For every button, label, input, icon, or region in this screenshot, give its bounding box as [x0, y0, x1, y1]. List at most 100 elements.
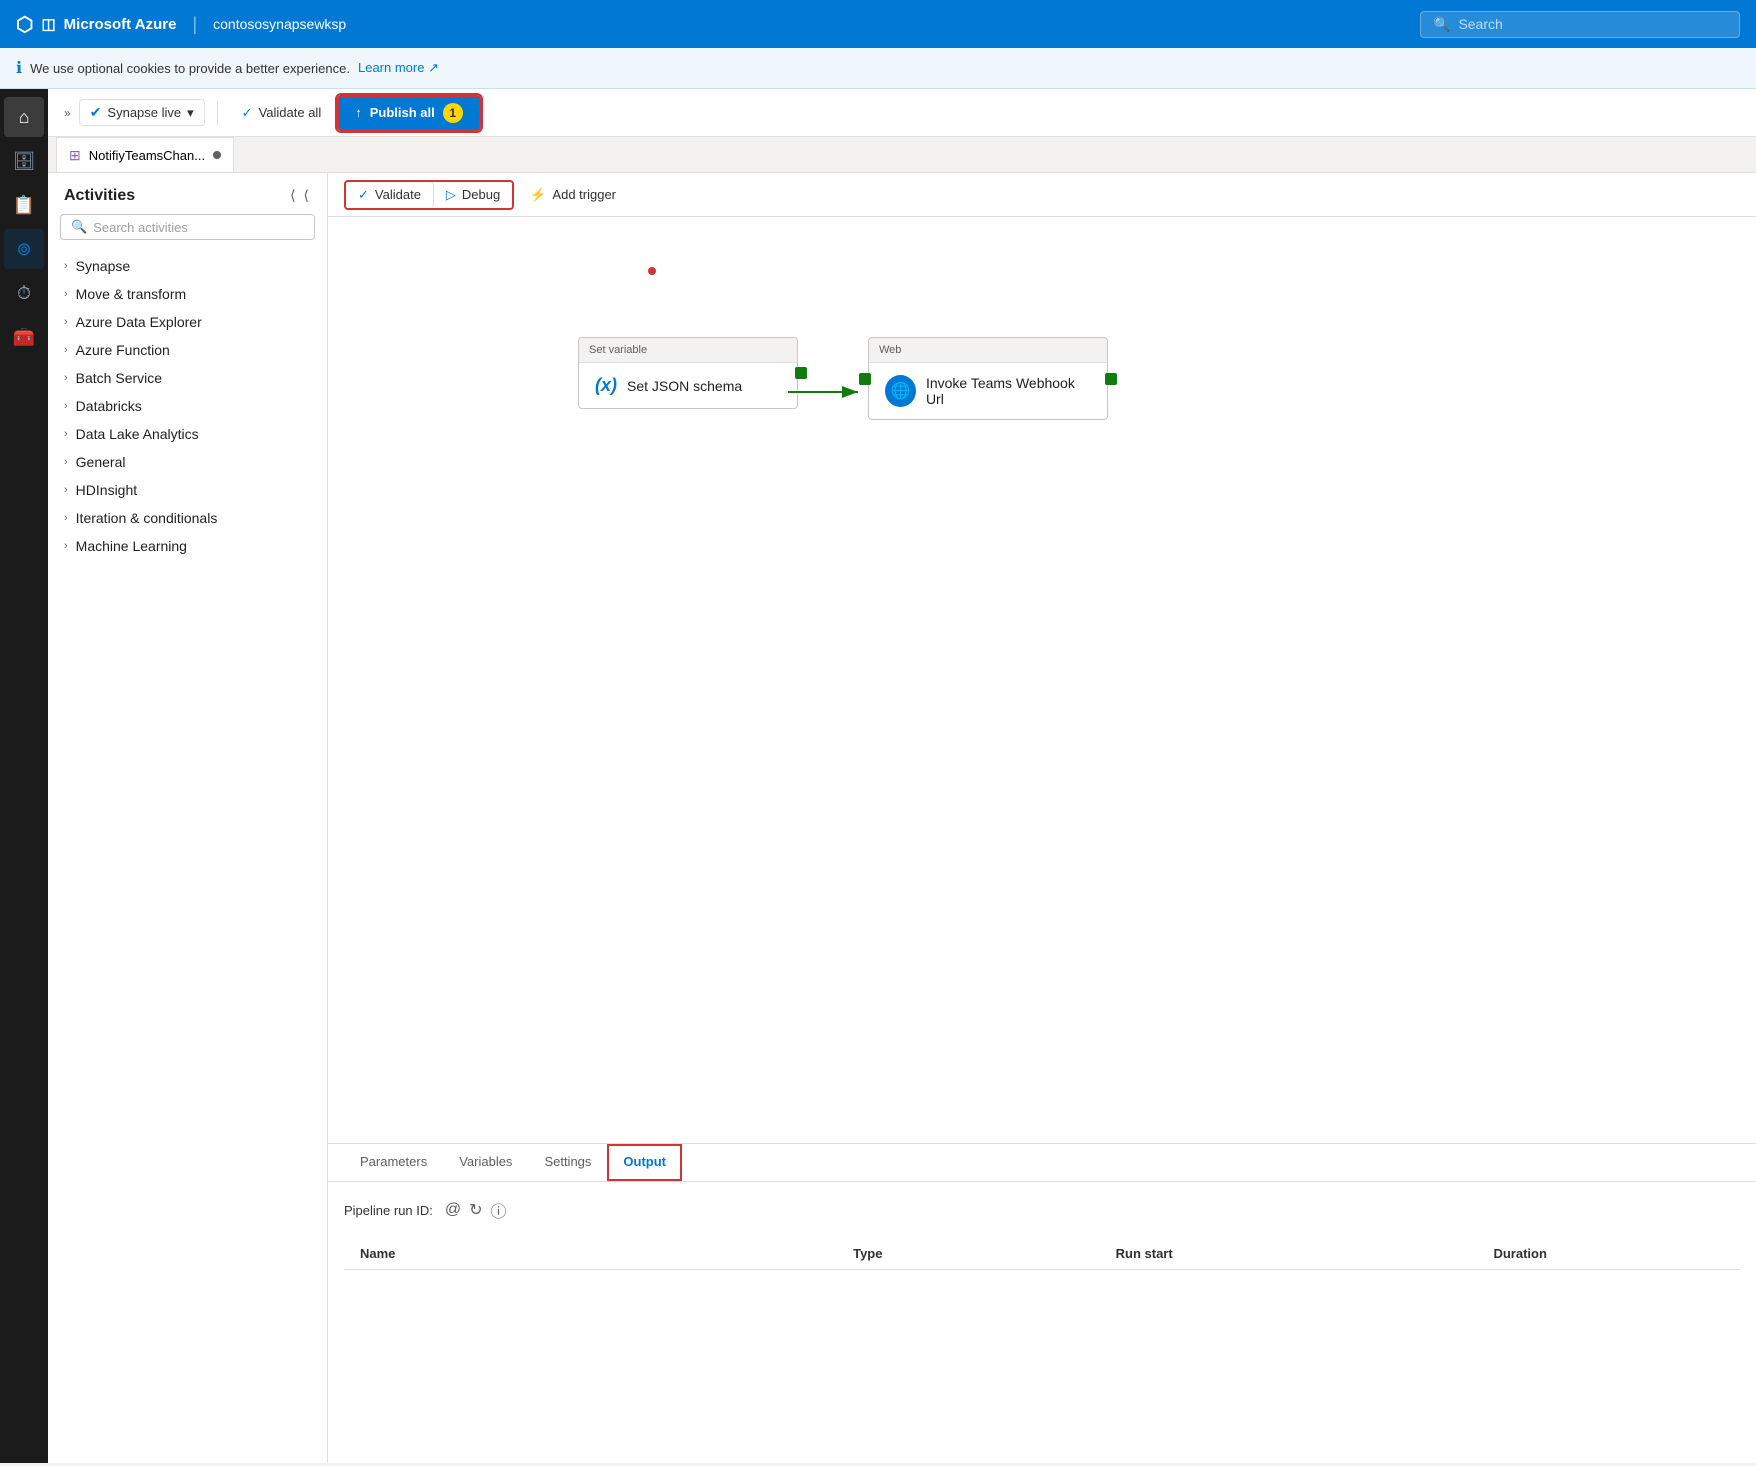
activity-group-label: Azure Data Explorer [76, 314, 202, 330]
tab-variables[interactable]: Variables [443, 1144, 528, 1181]
search-icon: 🔍 [1433, 16, 1450, 33]
title-divider: | [192, 14, 197, 35]
activity-group-azure-explorer[interactable]: › Azure Data Explorer [48, 308, 327, 336]
node-output-connector [795, 367, 807, 379]
col-duration: Duration [1477, 1246, 1740, 1261]
sidebar-item-home[interactable]: ⌂ [4, 97, 44, 137]
publish-all-button[interactable]: ↑ Publish all 1 [337, 95, 481, 131]
activity-group-move-transform[interactable]: › Move & transform [48, 280, 327, 308]
activity-group-databricks[interactable]: › Databricks [48, 392, 327, 420]
refresh-icon[interactable]: ↻ [469, 1200, 482, 1220]
pipeline-tabs-bar: ⊞ NotifiyTeamsChan... [48, 137, 1756, 173]
validate-button[interactable]: ✓ Validate [346, 182, 434, 208]
sidebar-item-monitor[interactable]: ⏱ [4, 273, 44, 313]
info-icon[interactable]: ⓘ [491, 1198, 507, 1222]
pipeline-canvas[interactable]: Set variable (x) Set JSON schema [328, 217, 1756, 1143]
app-title: Microsoft Azure [64, 16, 177, 33]
activity-group-general[interactable]: › General [48, 448, 327, 476]
web-node-header: Web [869, 338, 1107, 363]
activities-header: Activities ⟨ ⟨ [48, 173, 327, 214]
validate-check-icon: ✓ [358, 187, 369, 203]
error-indicator-dot [648, 267, 656, 275]
set-variable-node-header: Set variable [579, 338, 797, 363]
learn-more-link[interactable]: Learn more ↗ [358, 60, 439, 76]
col-run-start: Run start [1100, 1246, 1478, 1261]
activity-group-label: Databricks [76, 398, 142, 414]
set-variable-node-body: (x) Set JSON schema [579, 363, 797, 408]
activity-group-label: HDInsight [76, 482, 137, 498]
validate-all-label: Validate all [259, 105, 322, 120]
chevron-right-icon: › [64, 260, 68, 272]
collapse-icon[interactable]: ⟨ [288, 185, 297, 206]
chevron-right-icon: › [64, 372, 68, 384]
activities-header-icons: ⟨ ⟨ [288, 185, 311, 206]
activity-group-label: Batch Service [76, 370, 162, 386]
tab-output[interactable]: Output [607, 1144, 682, 1181]
activity-group-hdinsight[interactable]: › HDInsight [48, 476, 327, 504]
main-toolbar: » ✔ Synapse live ▾ ✓ Validate all ↑ Publ… [48, 89, 1756, 137]
workspace-name: contososynapsewksp [213, 16, 346, 32]
left-nav: ⌂ 🗄 📋 ⊚ ⏱ 🧰 [0, 89, 48, 1463]
chevron-down-icon: ▾ [187, 105, 194, 121]
tab-settings[interactable]: Settings [528, 1144, 607, 1181]
debug-label: Debug [462, 187, 500, 202]
pipeline-arrow [788, 382, 868, 402]
canvas-area: ✓ Validate ▷ Debug ⚡ Add trigger [328, 173, 1756, 1463]
trigger-icon: ⚡ [530, 187, 546, 203]
canvas-toolbar: ✓ Validate ▷ Debug ⚡ Add trigger [328, 173, 1756, 217]
node-input-connector [859, 373, 871, 385]
expand-icon[interactable]: » [60, 102, 75, 124]
activity-group-data-lake[interactable]: › Data Lake Analytics [48, 420, 327, 448]
info-icon: ℹ [16, 58, 22, 78]
web-node[interactable]: Web 🌐 Invoke Teams Webhook Url [868, 337, 1108, 420]
activity-group-batch-service[interactable]: › Batch Service [48, 364, 327, 392]
validate-debug-group: ✓ Validate ▷ Debug [344, 180, 514, 210]
activity-group-label: Synapse [76, 258, 130, 274]
sidebar-item-manage[interactable]: 🧰 [4, 317, 44, 357]
collapse-left-icon[interactable]: ⟨ [302, 185, 311, 206]
debug-icon: ▷ [446, 187, 456, 203]
search-input[interactable] [1458, 16, 1727, 32]
activity-group-synapse[interactable]: › Synapse [48, 252, 327, 280]
global-search-box[interactable]: 🔍 [1420, 11, 1740, 38]
toolbar-separator [217, 101, 218, 125]
validate-all-button[interactable]: ✓ Validate all [230, 101, 334, 125]
output-table-header: Name Type Run start Duration [344, 1238, 1740, 1270]
bottom-tabs: Parameters Variables Settings Output [328, 1144, 1756, 1182]
pipeline-tab[interactable]: ⊞ NotifiyTeamsChan... [56, 137, 234, 172]
sidebar-item-database[interactable]: 🗄 [4, 141, 44, 181]
debug-button[interactable]: ▷ Debug [434, 182, 512, 208]
activity-group-azure-function[interactable]: › Azure Function [48, 336, 327, 364]
chevron-right-icon: › [64, 316, 68, 328]
activity-group-label: Machine Learning [76, 538, 187, 554]
activity-group-label: Move & transform [76, 286, 186, 302]
activity-group-iteration[interactable]: › Iteration & conditionals [48, 504, 327, 532]
tab-parameters[interactable]: Parameters [344, 1144, 443, 1181]
pipeline-run-icons: @ ↻ ⓘ [445, 1198, 507, 1222]
col-name: Name [344, 1246, 837, 1261]
search-activities-input[interactable] [93, 220, 304, 235]
add-trigger-button[interactable]: ⚡ Add trigger [518, 182, 628, 208]
activities-title: Activities [64, 187, 135, 205]
chevron-right-icon: › [64, 484, 68, 496]
search-activities-box[interactable]: 🔍 [60, 214, 315, 240]
at-icon[interactable]: @ [445, 1201, 461, 1219]
tab-unsaved-dot [213, 151, 221, 159]
add-trigger-label: Add trigger [552, 187, 616, 202]
web-node-label: Invoke Teams Webhook Url [926, 375, 1091, 407]
set-variable-icon: (x) [595, 375, 617, 396]
chevron-right-icon: › [64, 428, 68, 440]
chevron-right-icon: › [64, 400, 68, 412]
main-layout: ⌂ 🗄 📋 ⊚ ⏱ 🧰 » ✔ Synapse live ▾ ✓ Validat… [0, 89, 1756, 1463]
publish-all-label: Publish all [370, 105, 435, 120]
sidebar-item-document[interactable]: 📋 [4, 185, 44, 225]
sidebar-item-pipeline[interactable]: ⊚ [4, 229, 44, 269]
cookie-banner: ℹ We use optional cookies to provide a b… [0, 48, 1756, 89]
synapse-live-selector[interactable]: ✔ Synapse live ▾ [79, 99, 205, 126]
activity-group-label: General [76, 454, 126, 470]
cookie-text: We use optional cookies to provide a bet… [30, 61, 350, 76]
web-node-body: 🌐 Invoke Teams Webhook Url [869, 363, 1107, 419]
set-variable-node[interactable]: Set variable (x) Set JSON schema [578, 337, 798, 409]
pipeline-tab-icon: ⊞ [69, 147, 81, 164]
activity-group-machine-learning[interactable]: › Machine Learning [48, 532, 327, 560]
